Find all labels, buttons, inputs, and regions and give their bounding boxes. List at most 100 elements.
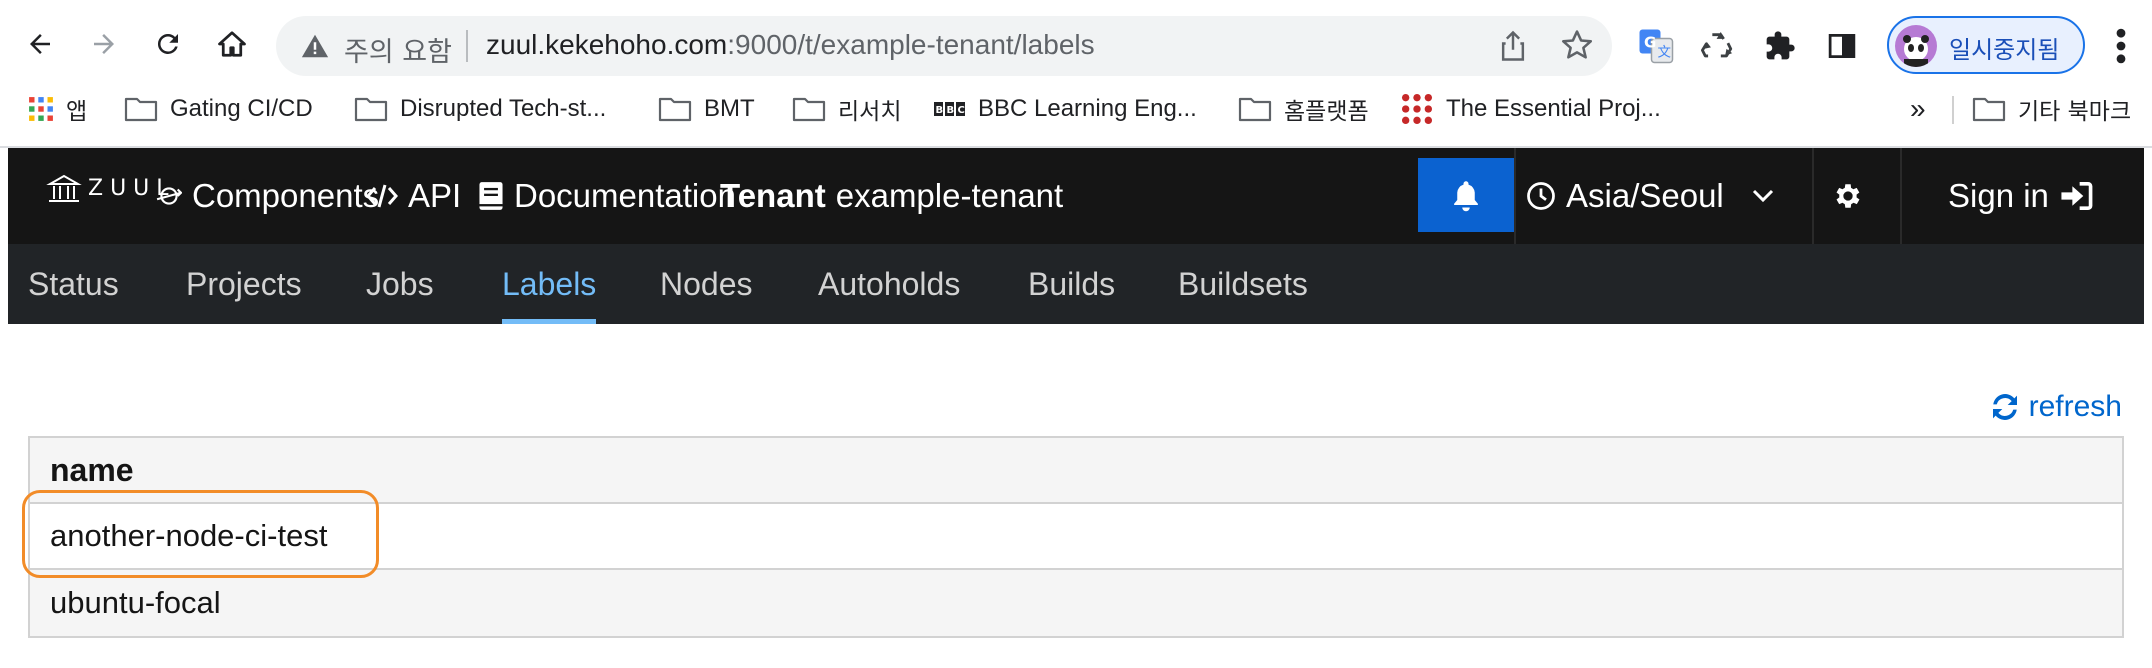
apps-grid-icon [28, 96, 54, 122]
svg-text:文: 文 [1658, 45, 1672, 61]
labels-page: refresh name another-node-ci-test ubuntu… [8, 324, 2144, 660]
tab-jobs[interactable]: Jobs [366, 244, 434, 324]
timezone-label: Asia/Seoul [1566, 177, 1724, 214]
profile-label: 일시중지됨 [1949, 36, 2060, 64]
profile-avatar [1895, 25, 1937, 67]
recycle-icon [1701, 31, 1733, 58]
bookmark-apps[interactable]: 앱 [28, 88, 87, 130]
folder-icon [124, 96, 158, 122]
tab-label: Buildsets [1178, 265, 1308, 302]
omnibox-separator [466, 30, 468, 62]
svg-text:G: G [1644, 34, 1656, 52]
address-bar[interactable]: 주의 요함 zuul.kekehoho.com:9000/t/example-t… [276, 16, 1612, 76]
tab-autoholds[interactable]: Autoholds [818, 244, 960, 324]
svg-text:B: B [936, 105, 944, 116]
bookmark-label: 홈플랫폼 [1284, 99, 1369, 125]
reload-button[interactable] [146, 22, 190, 66]
bookmark-folder-bmt[interactable]: BMT [658, 88, 755, 130]
tenant-name: example-tenant [835, 177, 1064, 214]
nav-tabs: Status Projects Jobs Labels Nodes Autoho… [8, 244, 2144, 324]
bbc-icon: BBC [934, 102, 966, 116]
bookmark-star-icon[interactable] [1560, 28, 1594, 62]
tab-label: Projects [186, 265, 302, 302]
browser-toolbar: 주의 요함 zuul.kekehoho.com:9000/t/example-t… [0, 0, 2152, 90]
folder-icon [354, 96, 388, 122]
tab-buildsets[interactable]: Buildsets [1178, 244, 1308, 324]
components-label: Components [192, 177, 380, 214]
tab-labels[interactable]: Labels [502, 244, 597, 324]
dots-grid-icon [1400, 92, 1434, 126]
clock-icon [1526, 181, 1556, 211]
timezone-selector[interactable]: Asia/Seoul [1526, 148, 1784, 244]
api-link[interactable]: API [366, 148, 461, 244]
table-cell-label: ubuntu-focal [50, 585, 221, 620]
bookmark-bbc-learning[interactable]: BBC BBC Learning Eng... [934, 88, 1197, 130]
back-arrow-icon [30, 34, 50, 54]
svg-text:C: C [958, 105, 965, 116]
header-separator [1900, 148, 1902, 244]
security-warning-label[interactable]: 주의 요함 [344, 30, 452, 69]
tab-label: Labels [502, 265, 597, 302]
google-translate-extension[interactable]: G文 [1634, 24, 1678, 68]
bookmark-folder-disrupted[interactable]: Disrupted Tech-st... [354, 88, 606, 130]
forward-button[interactable] [82, 22, 126, 66]
warning-triangle-icon[interactable] [300, 31, 330, 61]
documentation-link[interactable]: Documentation [478, 148, 736, 244]
tab-status[interactable]: Status [28, 244, 119, 324]
table-header-name[interactable]: name [30, 438, 2122, 504]
bookmark-other-folder[interactable]: 기타 북마크 [1972, 88, 2131, 130]
folder-icon [1238, 96, 1272, 122]
folder-icon [792, 96, 826, 122]
url-host: zuul.kekehoho.com [486, 29, 728, 60]
bookmarks-divider [1952, 96, 1954, 124]
gear-icon [1836, 184, 1860, 208]
extensions-button[interactable] [1758, 24, 1802, 68]
header-separator [1514, 148, 1516, 244]
zuul-app: ZUUL Components API Documentation Tenant… [8, 148, 2144, 660]
tab-label: Builds [1028, 265, 1116, 302]
bookmarks-overflow-button[interactable]: » [1910, 88, 1926, 130]
cube-icon [156, 183, 182, 209]
bookmark-label: BMT [704, 95, 755, 122]
notifications-button[interactable] [1418, 158, 1514, 232]
refresh-button[interactable]: refresh [1989, 390, 2122, 424]
tab-label: Jobs [366, 265, 434, 302]
home-icon [218, 31, 246, 57]
settings-button[interactable] [1832, 148, 1864, 244]
bookmark-label: 리서치 [838, 99, 902, 125]
bookmark-essential-project[interactable]: The Essential Proj... [1400, 88, 1661, 130]
bookmark-folder-gating[interactable]: Gating CI/CD [124, 88, 313, 130]
url-path: :9000/t/example-tenant/labels [727, 29, 1095, 60]
home-button[interactable] [210, 22, 254, 66]
bookmark-label: The Essential Proj... [1446, 95, 1661, 122]
bookmarks-bar: 앱 Gating CI/CD Disrupted Tech-st... BMT … [0, 88, 2152, 130]
side-panel-button[interactable] [1820, 24, 1864, 68]
sign-in-button[interactable]: Sign in [1948, 148, 2103, 244]
refresh-icon [1989, 391, 2021, 423]
browser-menu-icon[interactable] [2106, 24, 2136, 68]
url-text[interactable]: zuul.kekehoho.com:9000/t/example-tenant/… [486, 29, 1095, 61]
refresh-label: refresh [2028, 390, 2122, 423]
reload-icon [157, 33, 178, 54]
zuul-temple-icon [46, 174, 82, 202]
tenant-selector[interactable]: Tenant example-tenant [720, 148, 1063, 244]
profile-button[interactable]: 일시중지됨 [1887, 16, 2085, 74]
bookmark-folder-research[interactable]: 리서치 [792, 88, 901, 130]
recycle-extension[interactable] [1696, 24, 1740, 68]
masthead: ZUUL Components API Documentation Tenant… [8, 148, 2144, 244]
components-link[interactable]: Components [156, 148, 379, 244]
share-icon[interactable] [1498, 30, 1528, 62]
folder-icon [658, 96, 692, 122]
puzzle-icon [1766, 31, 1795, 60]
back-button[interactable] [18, 22, 62, 66]
sign-in-icon [2059, 181, 2093, 211]
tab-projects[interactable]: Projects [186, 244, 302, 324]
svg-text:B: B [947, 105, 955, 116]
tab-label: Status [28, 265, 119, 302]
book-icon [478, 181, 504, 211]
tenant-label: Tenant [720, 177, 826, 214]
tab-builds[interactable]: Builds [1028, 244, 1115, 324]
bookmark-folder-home-platform[interactable]: 홈플랫폼 [1238, 88, 1369, 130]
tab-nodes[interactable]: Nodes [660, 244, 753, 324]
bookmark-label: Disrupted Tech-st... [400, 95, 607, 122]
